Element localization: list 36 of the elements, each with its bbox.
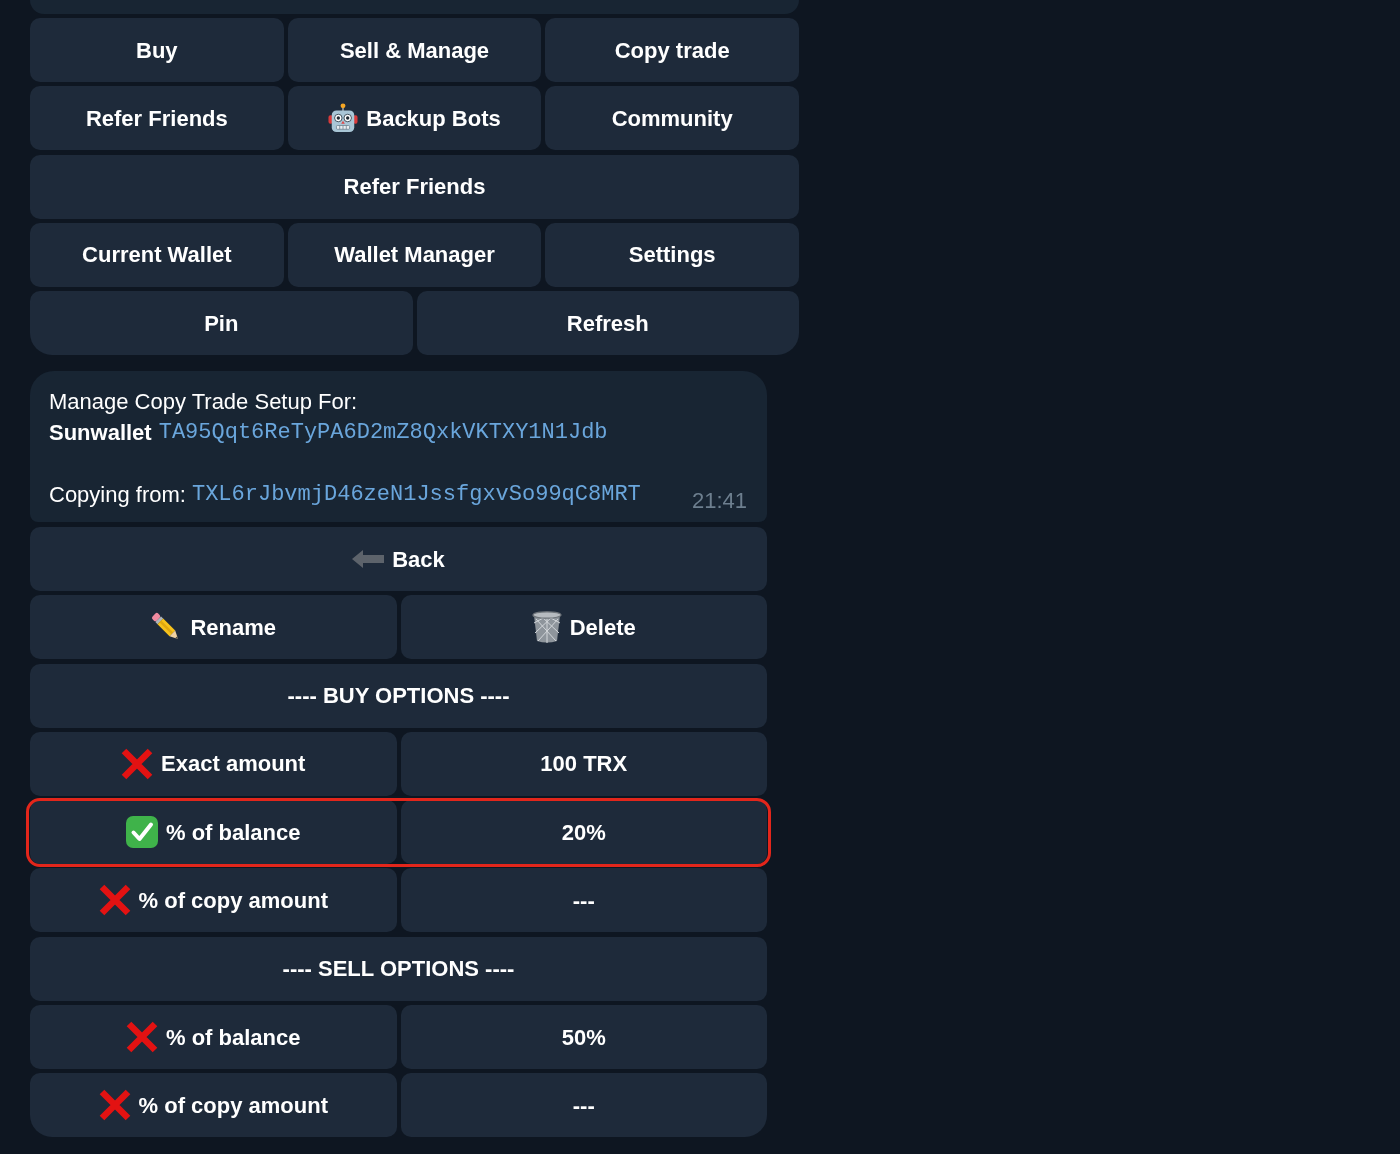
message-title: Manage Copy Trade Setup For:	[49, 388, 359, 416]
keyboard-button[interactable]: Refer Friends	[30, 154, 799, 219]
copying-address: TXL6rJbvmjD46zeN1JssfgxvSo99qC8MRT	[191, 481, 641, 509]
option-toggle-button[interactable]: % of copy amount	[30, 1073, 397, 1138]
option-value-button[interactable]: 50%	[400, 1005, 767, 1070]
wastebasket-icon	[531, 611, 562, 644]
section-header-button[interactable]: ---- BUY OPTIONS ----	[30, 663, 767, 728]
keyboard-button[interactable]: Community	[545, 86, 799, 151]
option-toggle-button[interactable]: Exact amount	[30, 731, 397, 796]
option-value-button[interactable]: 100 TRX	[400, 731, 767, 796]
keyboard-button[interactable]: Buy	[30, 18, 284, 82]
option-value-button[interactable]: ---	[400, 1073, 767, 1138]
robot-icon	[328, 103, 359, 134]
keyboard-button[interactable]: Refer Friends	[30, 86, 284, 151]
keyboard-button[interactable]: Wallet Manager	[287, 222, 542, 287]
option-value-button[interactable]: ---	[400, 868, 767, 933]
keyboard-button[interactable]: Pin	[30, 291, 413, 355]
keyboard-button[interactable]: Settings	[545, 222, 799, 287]
keyboard-button[interactable]: Current Wallet	[30, 222, 284, 287]
keyboard-button[interactable]: Backup Bots	[287, 86, 542, 151]
option-value-button[interactable]: 20%	[400, 800, 767, 865]
keyboard-button[interactable]: Back	[30, 527, 767, 591]
option-toggle-button[interactable]: % of balance	[30, 1005, 397, 1070]
copying-from-label: Copying from:	[49, 481, 186, 509]
keyboard-button[interactable]: Copy trade	[545, 18, 799, 82]
keyboard-button[interactable]: Sell & Manage	[287, 18, 542, 82]
keyboard-button[interactable]: Rename	[30, 595, 397, 660]
wallet-address: TA95Qqt6ReTyPA6D2mZ8QxkVKTXY1N1Jdb	[158, 419, 608, 447]
option-toggle-button[interactable]: % of copy amount	[30, 868, 397, 933]
back-arrow-icon	[352, 550, 385, 568]
message-time: 21:41	[691, 490, 747, 512]
keyboard-button[interactable]: Delete	[400, 595, 767, 660]
section-header-button[interactable]: ---- SELL OPTIONS ----	[30, 936, 767, 1001]
keyboard-button[interactable]: Refresh	[416, 291, 799, 355]
wallet-name: Sunwallet	[49, 419, 152, 447]
option-toggle-button[interactable]: % of balance	[30, 800, 397, 865]
